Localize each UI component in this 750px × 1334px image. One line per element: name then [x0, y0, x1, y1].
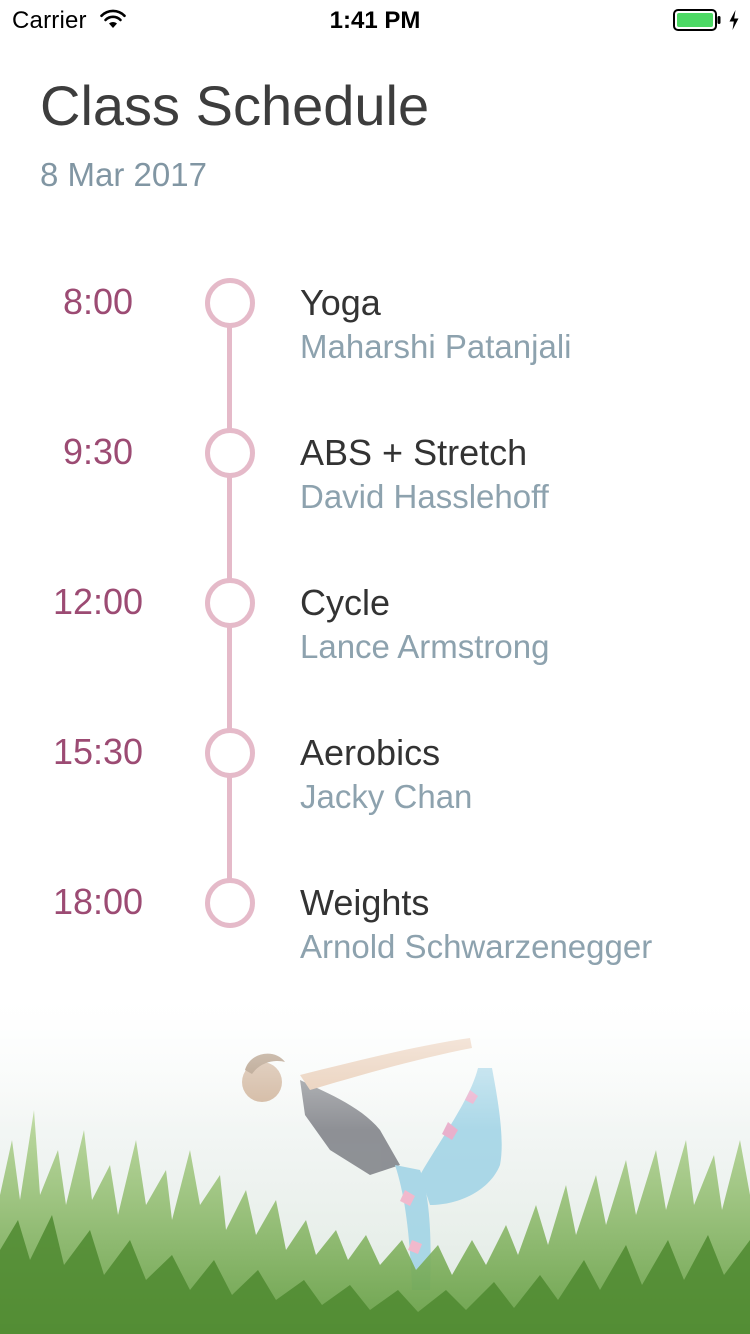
entry-time: 15:30	[52, 731, 144, 772]
yoga-photo	[0, 990, 750, 1334]
clock: 1:41 PM	[329, 7, 421, 34]
battery-icon	[673, 9, 721, 31]
entry-class-name: Cycle	[300, 582, 391, 623]
timeline-dot	[205, 728, 255, 778]
charging-icon	[729, 10, 739, 30]
entry-class-name: ABS + Stretch	[300, 432, 528, 473]
page-date: 8 Mar 2017	[40, 156, 207, 193]
entry-class-name: Yoga	[300, 282, 381, 323]
entry-time: 8:00	[62, 281, 134, 322]
timeline-dot	[205, 278, 255, 328]
entry-time: 12:00	[52, 581, 144, 622]
entry-class-name: Aerobics	[300, 732, 441, 773]
entry-instructor: David Hasslehoff	[300, 478, 549, 515]
page-title: Class Schedule	[40, 74, 430, 137]
entry-time: 18:00	[52, 881, 144, 922]
entry-instructor: Lance Armstrong	[300, 628, 550, 665]
status-bar: Carrier 1:41 PM	[0, 0, 750, 40]
timeline-dot	[205, 878, 255, 928]
timeline-dot	[205, 428, 255, 478]
entry-time: 9:30	[62, 431, 134, 472]
entry-instructor: Arnold Schwarzenegger	[300, 928, 653, 965]
schedule-entry[interactable]: 15:30 Aerobics Jacky Chan	[0, 728, 750, 872]
schedule-entry[interactable]: 8:00 Yoga Maharshi Patanjali	[0, 278, 750, 422]
entry-instructor: Jacky Chan	[300, 778, 473, 815]
entry-instructor: Maharshi Patanjali	[300, 328, 572, 365]
timeline-dot	[205, 578, 255, 628]
schedule-entry[interactable]: 12:00 Cycle Lance Armstrong	[0, 578, 750, 722]
entry-class-name: Weights	[300, 882, 430, 923]
schedule-entry[interactable]: 9:30 ABS + Stretch David Hasslehoff	[0, 428, 750, 572]
schedule-screen: Carrier 1:41 PM Class Schedule 8 Mar 201…	[0, 0, 750, 1334]
